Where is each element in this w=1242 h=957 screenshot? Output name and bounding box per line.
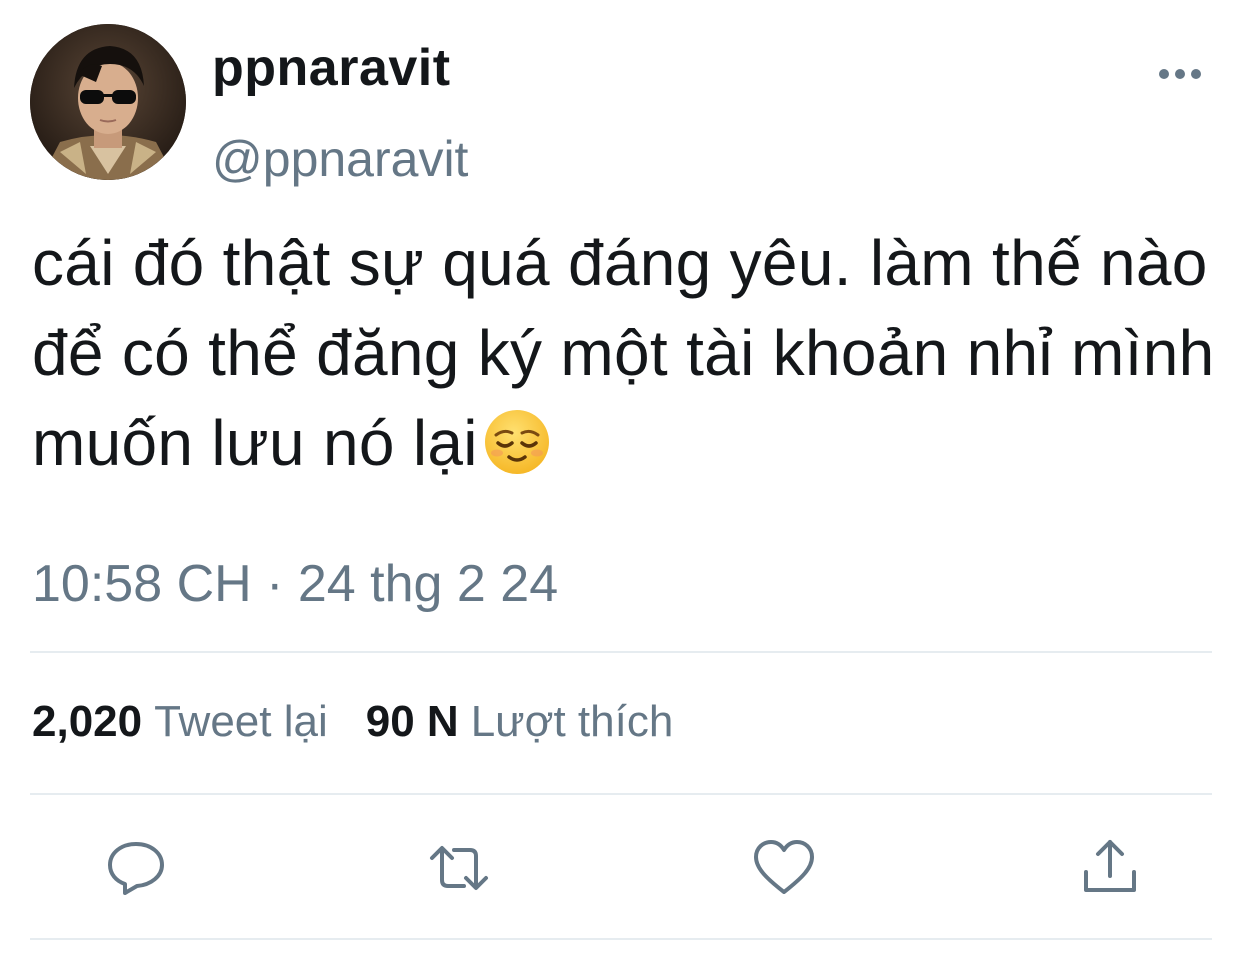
- retweets-label: Tweet lại: [154, 697, 328, 746]
- more-options-button[interactable]: [1152, 56, 1212, 92]
- divider: [30, 793, 1212, 795]
- like-icon: [754, 840, 814, 894]
- comment-icon: [108, 842, 164, 895]
- divider: [30, 938, 1212, 940]
- tweet-timestamp[interactable]: 10:58 CH · 24 thg 2 24: [32, 558, 558, 610]
- avatar-image: [30, 24, 186, 180]
- likes-count: 90 N: [365, 697, 459, 746]
- tweet-text: cái đó thật sự quá đáng yêu. làm thế nào…: [32, 218, 1232, 488]
- tweet-card: ppnaravit @ppnaravit cái đó thật sự quá …: [0, 0, 1242, 957]
- relieved-face-icon: [482, 407, 552, 477]
- user-handle[interactable]: @ppnaravit: [212, 134, 468, 184]
- like-button[interactable]: [752, 836, 816, 900]
- retweet-icon: [430, 846, 488, 890]
- avatar[interactable]: [30, 24, 186, 180]
- share-icon: [1084, 840, 1136, 892]
- share-button[interactable]: [1078, 836, 1142, 900]
- likes-stat[interactable]: 90 N Lượt thích: [366, 697, 674, 746]
- more-dots-icon: [1159, 69, 1201, 79]
- tweet-stats: 2,020 Tweet lại 90 N Lượt thích: [32, 700, 673, 744]
- likes-label: Lượt thích: [470, 697, 674, 746]
- reply-button[interactable]: [104, 836, 168, 900]
- retweet-button[interactable]: [424, 836, 488, 900]
- retweets-count: 2,020: [32, 697, 143, 746]
- display-name[interactable]: ppnaravit: [212, 42, 451, 94]
- tweet-body: cái đó thật sự quá đáng yêu. làm thế nào…: [32, 227, 1215, 479]
- retweets-stat[interactable]: 2,020 Tweet lại: [32, 697, 328, 746]
- divider: [30, 651, 1212, 653]
